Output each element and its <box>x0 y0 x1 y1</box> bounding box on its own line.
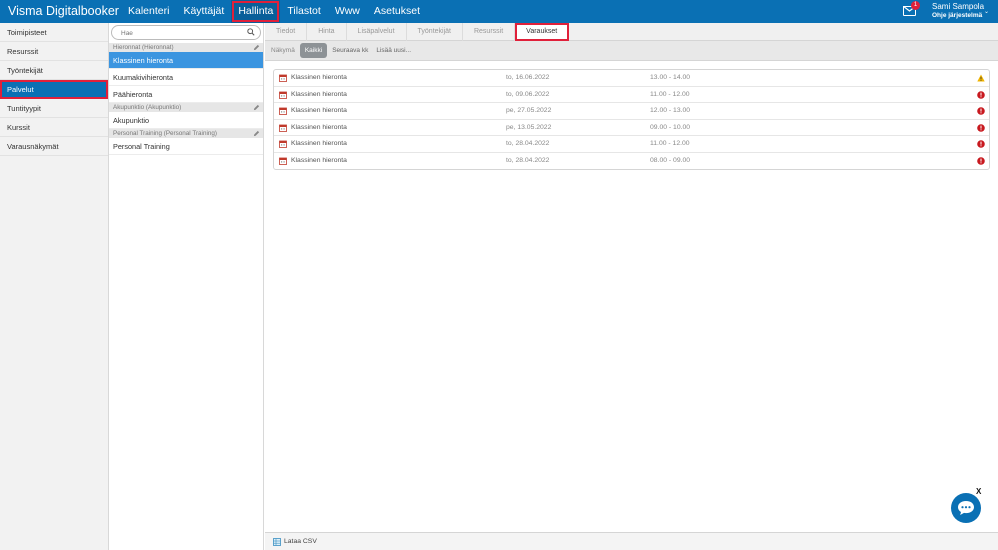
user-menu[interactable]: Sami Sampola Ohje järjestelmä <box>932 2 984 20</box>
main-panel: Tiedot Hinta Lisäpalvelut Työntekijät Re… <box>265 23 998 550</box>
pencil-icon[interactable] <box>253 130 260 137</box>
booking-date: pe, 13.05.2022 <box>506 123 552 131</box>
chat-button[interactable] <box>951 493 981 523</box>
booking-row[interactable]: Klassinen hieronta to, 28.04.2022 08.00 … <box>274 153 989 170</box>
spreadsheet-icon[interactable] <box>273 538 281 546</box>
service-item-paahieronta[interactable]: Päähieronta <box>109 86 263 103</box>
nav-item-www[interactable]: Www <box>328 0 367 23</box>
tab-hinta[interactable]: Hinta <box>307 23 347 41</box>
booking-date: to, 28.04.2022 <box>506 140 550 147</box>
service-item-klassinen-hieronta[interactable]: Klassinen hieronta <box>109 52 263 69</box>
search-icon[interactable] <box>247 28 255 36</box>
booking-service: Klassinen hieronta <box>291 156 347 164</box>
booking-row[interactable]: Klassinen hieronta to, 09.06.2022 11.00 … <box>274 87 989 103</box>
booking-date: to, 28.04.2022 <box>506 156 550 164</box>
warning-icon <box>977 74 985 82</box>
error-icon <box>977 90 985 99</box>
nav-item-kayttajat[interactable]: Käyttäjät <box>176 0 231 23</box>
service-item-kuumakivihieronta[interactable]: Kuumakivihieronta <box>109 69 263 86</box>
tab-tyontekijat[interactable]: Työntekijät <box>407 23 463 41</box>
tab-lisapalvelut[interactable]: Lisäpalvelut <box>347 23 407 41</box>
sidebar-item-palvelut[interactable]: Palvelut <box>0 80 108 99</box>
booking-time: 12.00 - 13.00 <box>650 107 691 114</box>
group-header-hieronnat: Hieronnat (Hieronnat) <box>109 43 263 52</box>
view-label: Näkymä <box>271 47 295 54</box>
calendar-icon <box>279 140 287 148</box>
bookings-table: Klassinen hieronta to, 16.06.2022 13.00 … <box>273 69 990 170</box>
service-item-akupunktio[interactable]: Akupunktio <box>109 112 263 129</box>
booking-service: Klassinen hieronta <box>291 140 347 147</box>
group-header-personal-training: Personal Training (Personal Training) <box>109 129 263 138</box>
top-bar: Visma Digitalbooker Kalenteri Käyttäjät … <box>0 0 998 23</box>
booking-row[interactable]: Klassinen hieronta to, 16.06.2022 13.00 … <box>274 70 989 87</box>
booking-time: 09.00 - 10.00 <box>650 123 691 131</box>
calendar-icon <box>279 124 287 132</box>
chat-bubble-icon <box>958 501 974 515</box>
tab-varaukset[interactable]: Varaukset <box>515 23 570 41</box>
error-icon <box>977 107 985 115</box>
notification-badge: 1 <box>911 1 920 10</box>
chat-close-button[interactable]: X <box>976 487 981 496</box>
booking-row[interactable]: Klassinen hieronta to, 28.04.2022 11.00 … <box>274 136 989 153</box>
booking-time: 11.00 - 12.00 <box>650 140 690 147</box>
error-icon <box>977 140 985 148</box>
sidebar-item-toimipisteet[interactable]: Toimipisteet <box>0 23 108 42</box>
chevron-down-icon[interactable]: ⌄ <box>984 8 989 15</box>
sidebar-item-tyontekijat[interactable]: Työntekijät <box>0 61 108 80</box>
pencil-icon[interactable] <box>253 44 260 51</box>
group-header-label: Akupunktio (Akupunktio) <box>113 104 182 111</box>
footer-bar: Lataa CSV <box>265 532 998 550</box>
filter-next-month-button[interactable]: Seuraava kk <box>329 44 371 57</box>
main-nav: Kalenteri Käyttäjät Hallinta Tilastot Ww… <box>121 0 427 23</box>
filter-all-button[interactable]: Kaikki <box>299 43 328 58</box>
sidebar-item-varausnakymat[interactable]: Varausnäkymät <box>0 137 108 156</box>
booking-row[interactable]: Klassinen hieronta pe, 27.05.2022 12.00 … <box>274 103 989 120</box>
sidebar-item-resurssit[interactable]: Resurssit <box>0 42 108 61</box>
service-list-panel: Hieronnat (Hieronnat) Klassinen hieronta… <box>109 23 264 550</box>
add-new-button[interactable]: Lisää uusi... <box>373 44 414 57</box>
booking-time: 08.00 - 09.00 <box>650 156 691 164</box>
admin-sidebar: Toimipisteet Resurssit Työntekijät Palve… <box>0 23 109 550</box>
app-brand[interactable]: Visma Digitalbooker <box>8 3 119 20</box>
service-tabs: Tiedot Hinta Lisäpalvelut Työntekijät Re… <box>265 23 998 41</box>
calendar-icon <box>279 74 287 82</box>
booking-row[interactable]: Klassinen hieronta pe, 13.05.2022 09.00 … <box>274 120 989 136</box>
error-icon <box>977 156 985 165</box>
nav-item-hallinta[interactable]: Hallinta <box>231 0 281 23</box>
calendar-icon <box>279 157 287 165</box>
nav-item-kalenteri[interactable]: Kalenteri <box>121 0 176 23</box>
user-name: Sami Sampola <box>932 2 985 11</box>
group-header-label: Hieronnat (Hieronnat) <box>113 44 174 51</box>
calendar-icon <box>279 91 287 99</box>
view-filter-bar: Näkymä Kaikki Seuraava kk Lisää uusi... <box>265 41 998 61</box>
booking-service: Klassinen hieronta <box>291 74 347 81</box>
booking-service: Klassinen hieronta <box>291 123 347 131</box>
booking-date: to, 09.06.2022 <box>506 90 550 98</box>
booking-service: Klassinen hieronta <box>291 90 347 98</box>
service-groups: Hieronnat (Hieronnat) Klassinen hieronta… <box>109 43 263 155</box>
sidebar-item-kurssit[interactable]: Kurssit <box>0 118 108 137</box>
error-icon <box>977 123 985 132</box>
group-header-akupunktio: Akupunktio (Akupunktio) <box>109 103 263 112</box>
booking-time: 13.00 - 14.00 <box>650 74 691 81</box>
sidebar-item-tuntityypit[interactable]: Tuntityypit <box>0 99 108 118</box>
help-link[interactable]: Ohje järjestelmä <box>932 11 984 20</box>
pencil-icon[interactable] <box>253 104 260 111</box>
nav-item-asetukset[interactable]: Asetukset <box>367 0 427 23</box>
search-box <box>111 25 261 40</box>
booking-time: 11.00 - 12.00 <box>650 90 690 98</box>
service-item-personal-training[interactable]: Personal Training <box>109 138 263 155</box>
booking-date: to, 16.06.2022 <box>506 74 550 81</box>
tab-tiedot[interactable]: Tiedot <box>265 23 308 41</box>
group-header-label: Personal Training (Personal Training) <box>113 130 217 137</box>
booking-date: pe, 27.05.2022 <box>506 107 552 114</box>
download-csv-link[interactable]: Lataa CSV <box>284 533 317 550</box>
nav-item-tilastot[interactable]: Tilastot <box>280 0 327 23</box>
tab-resurssit[interactable]: Resurssit <box>463 23 516 41</box>
search-input[interactable] <box>121 28 243 38</box>
calendar-icon <box>279 107 287 115</box>
booking-service: Klassinen hieronta <box>291 107 347 114</box>
